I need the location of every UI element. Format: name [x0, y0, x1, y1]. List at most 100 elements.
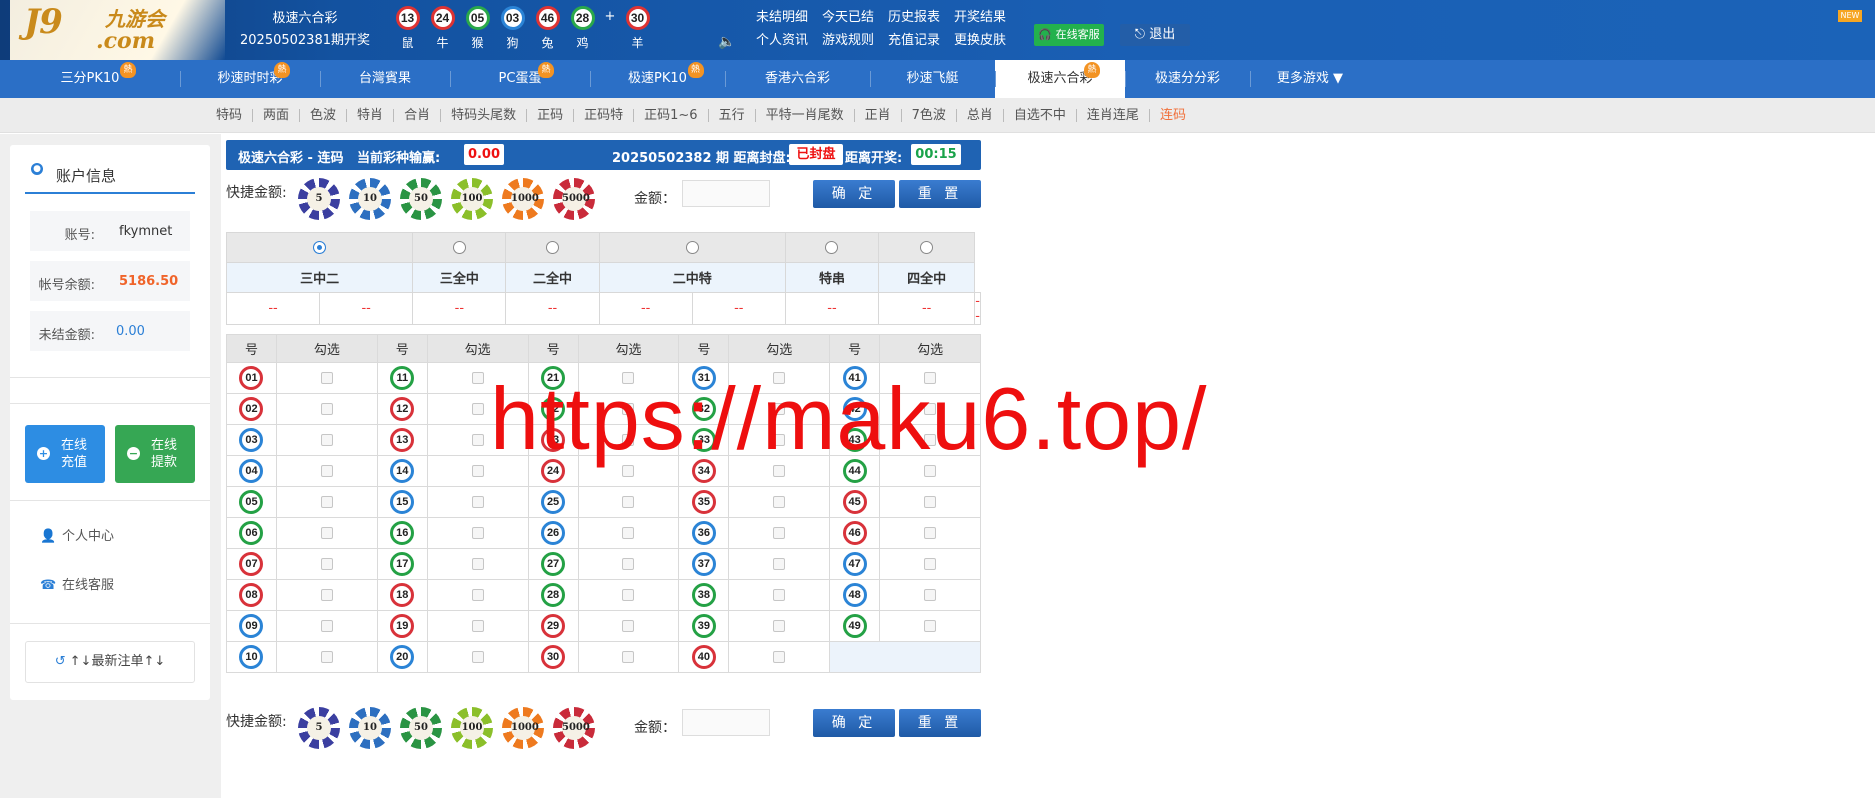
- amount-input[interactable]: [682, 709, 770, 736]
- number-checkbox[interactable]: [320, 651, 333, 663]
- online-service-link[interactable]: ☎ 在线客服: [40, 574, 114, 593]
- number-checkbox[interactable]: [320, 434, 333, 446]
- number-checkbox[interactable]: [622, 527, 635, 539]
- nav-tab[interactable]: 秒速时时彩熱: [180, 60, 320, 98]
- nav-tab[interactable]: 台灣賓果: [320, 60, 450, 98]
- play-type-radio[interactable]: [920, 241, 934, 254]
- number-checkbox[interactable]: [773, 558, 786, 570]
- number-checkbox[interactable]: [320, 620, 333, 632]
- number-checkbox[interactable]: [471, 527, 484, 539]
- chip-100[interactable]: 100: [451, 178, 493, 220]
- subnav-tab[interactable]: 总肖: [955, 109, 1003, 122]
- top-link[interactable]: 开奖结果: [954, 6, 1006, 25]
- number-checkbox[interactable]: [773, 527, 786, 539]
- nav-tab[interactable]: 极速PK10 熱: [590, 60, 725, 98]
- number-checkbox[interactable]: [622, 620, 635, 632]
- play-type-radio[interactable]: [825, 241, 839, 254]
- online-service-button[interactable]: 🎧 在线客服: [1034, 24, 1104, 46]
- logout-button[interactable]: ⎋ 退出: [1120, 24, 1190, 46]
- subnav-tab[interactable]: 特码头尾数: [440, 109, 526, 122]
- top-link[interactable]: 历史报表: [888, 6, 940, 25]
- nav-tab[interactable]: 极速分分彩: [1125, 60, 1250, 98]
- reset-button[interactable]: 重 置: [899, 180, 981, 208]
- number-checkbox[interactable]: [773, 496, 786, 508]
- subnav-tab[interactable]: 连肖连尾: [1075, 109, 1149, 122]
- top-link[interactable]: 今天已结: [822, 6, 874, 25]
- subnav-tab[interactable]: 正肖: [853, 109, 901, 122]
- number-checkbox[interactable]: [773, 651, 786, 663]
- nav-tab[interactable]: 香港六合彩: [725, 60, 870, 98]
- number-checkbox[interactable]: [320, 372, 333, 384]
- recent-bets-button[interactable]: ↺ ↑↓最新注单↑↓: [25, 641, 195, 683]
- subnav-tab[interactable]: 连码: [1148, 109, 1196, 122]
- subnav-tab[interactable]: 特肖: [346, 109, 393, 122]
- number-checkbox[interactable]: [320, 558, 333, 570]
- personal-center-link[interactable]: 👤 个人中心: [40, 525, 114, 544]
- subnav-tab[interactable]: 正码特: [573, 109, 633, 122]
- speaker-icon[interactable]: 🔈: [718, 34, 735, 50]
- play-type-radio[interactable]: [685, 241, 699, 254]
- nav-tab[interactable]: 更多游戏 ▼: [1250, 60, 1370, 98]
- chip-50[interactable]: 50: [400, 178, 442, 220]
- number-checkbox[interactable]: [471, 372, 484, 384]
- number-checkbox[interactable]: [924, 496, 937, 508]
- play-type-radio[interactable]: [546, 241, 560, 254]
- subnav-tab[interactable]: 正码: [526, 109, 573, 122]
- number-checkbox[interactable]: [622, 651, 635, 663]
- subnav-tab[interactable]: 五行: [707, 109, 755, 122]
- subnav-tab[interactable]: 色波: [299, 109, 346, 122]
- chip-5[interactable]: 5: [298, 707, 340, 749]
- number-checkbox[interactable]: [471, 496, 484, 508]
- reset-button[interactable]: 重 置: [899, 709, 981, 737]
- chip-1000[interactable]: 1000: [502, 178, 544, 220]
- play-type-radio[interactable]: [452, 241, 466, 254]
- nav-tab[interactable]: 极速六合彩熱: [995, 60, 1125, 98]
- number-checkbox[interactable]: [471, 651, 484, 663]
- chip-5000[interactable]: 5000: [553, 707, 595, 749]
- number-checkbox[interactable]: [471, 589, 484, 601]
- subnav-tab[interactable]: 平特一肖尾数: [754, 109, 854, 122]
- nav-tab[interactable]: PC蛋蛋熱: [450, 60, 590, 98]
- nav-tab[interactable]: 秒速飞艇: [870, 60, 995, 98]
- chip-100[interactable]: 100: [451, 707, 493, 749]
- number-checkbox[interactable]: [471, 558, 484, 570]
- subnav-tab[interactable]: 特码: [216, 109, 252, 122]
- number-checkbox[interactable]: [320, 403, 333, 415]
- number-checkbox[interactable]: [320, 496, 333, 508]
- number-checkbox[interactable]: [924, 589, 937, 601]
- number-checkbox[interactable]: [471, 403, 484, 415]
- number-checkbox[interactable]: [320, 527, 333, 539]
- number-checkbox[interactable]: [471, 465, 484, 477]
- number-checkbox[interactable]: [622, 589, 635, 601]
- number-checkbox[interactable]: [320, 589, 333, 601]
- subnav-tab[interactable]: 自选不中: [1002, 109, 1076, 122]
- subnav-tab[interactable]: 合肖: [393, 109, 440, 122]
- site-logo[interactable]: J9 九游会 .com: [10, 0, 225, 60]
- chip-10[interactable]: 10: [349, 707, 391, 749]
- amount-input[interactable]: [682, 180, 770, 207]
- number-checkbox[interactable]: [773, 620, 786, 632]
- top-link[interactable]: 充值记录: [888, 29, 940, 48]
- chip-50[interactable]: 50: [400, 707, 442, 749]
- number-checkbox[interactable]: [924, 558, 937, 570]
- chip-1000[interactable]: 1000: [502, 707, 544, 749]
- nav-tab[interactable]: 三分PK10 熱: [0, 60, 180, 98]
- subnav-tab[interactable]: 正码1~6: [633, 109, 707, 122]
- confirm-button[interactable]: 确 定: [813, 709, 895, 737]
- number-checkbox[interactable]: [320, 465, 333, 477]
- top-link[interactable]: 更换皮肤: [954, 29, 1006, 48]
- number-checkbox[interactable]: [924, 527, 937, 539]
- top-link[interactable]: 游戏规则: [822, 29, 874, 48]
- subnav-tab[interactable]: 7色波: [900, 109, 956, 122]
- number-checkbox[interactable]: [622, 496, 635, 508]
- chip-5[interactable]: 5: [298, 178, 340, 220]
- top-link[interactable]: 个人资讯: [756, 29, 808, 48]
- subnav-tab[interactable]: 两面: [252, 109, 299, 122]
- deposit-button[interactable]: + 在线 充值: [25, 425, 105, 483]
- number-checkbox[interactable]: [622, 558, 635, 570]
- number-checkbox[interactable]: [471, 434, 484, 446]
- withdraw-button[interactable]: − 在线 提款: [115, 425, 195, 483]
- confirm-button[interactable]: 确 定: [813, 180, 895, 208]
- top-link[interactable]: 未结明细: [756, 6, 808, 25]
- chip-10[interactable]: 10: [349, 178, 391, 220]
